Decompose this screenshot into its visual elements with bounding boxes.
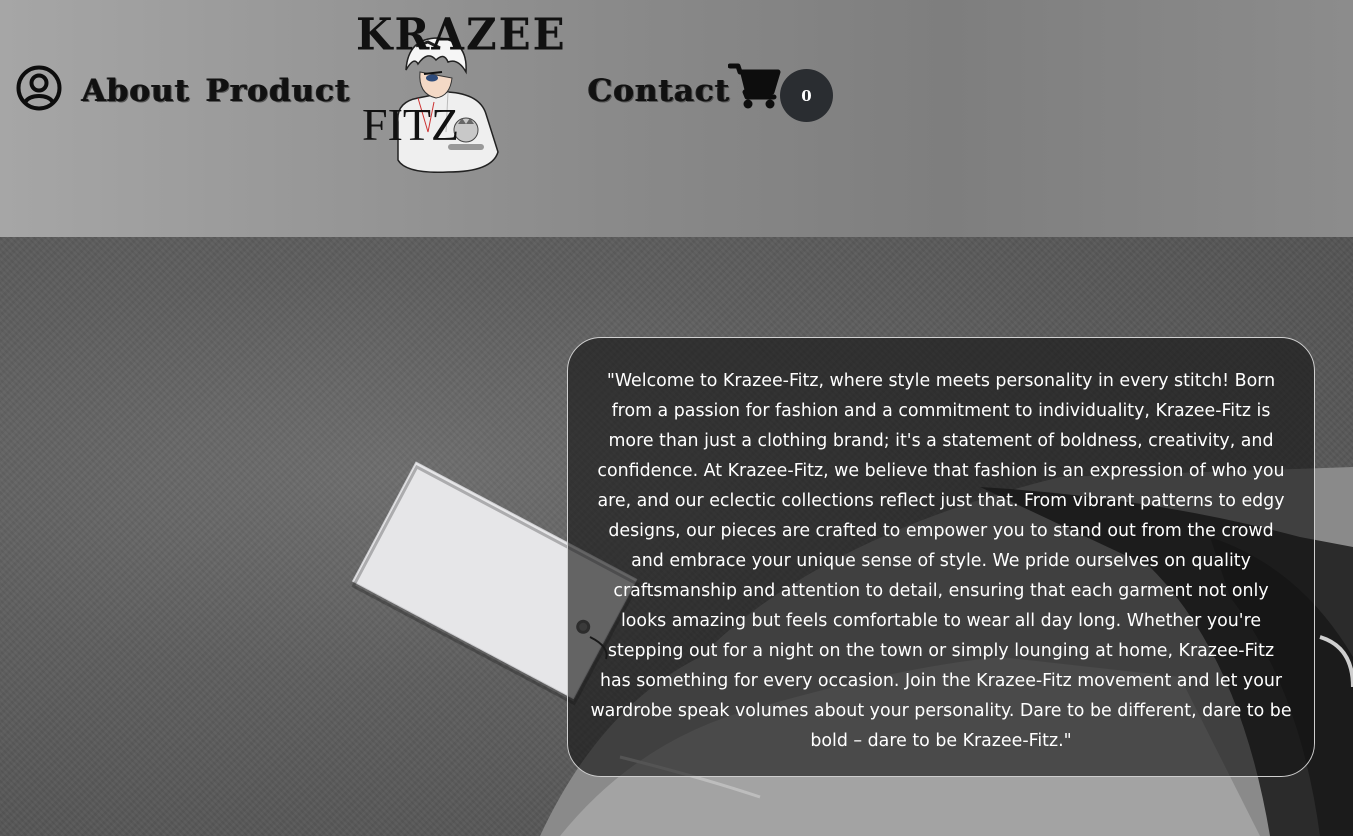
site-header: About Product KRAZEE FITZ Contact 0 — [0, 0, 1353, 237]
user-circle-icon[interactable] — [15, 64, 63, 112]
brand-logo[interactable]: KRAZEE FITZ — [352, 9, 565, 176]
cart-count-badge[interactable]: 0 — [780, 69, 833, 122]
nav-contact-link[interactable]: Contact — [588, 73, 731, 109]
logo-text-top: KRAZEE — [356, 8, 567, 61]
about-paragraph: "Welcome to Krazee-Fitz, where style mee… — [590, 371, 1292, 751]
nav-about-link[interactable]: About — [82, 73, 190, 109]
logo-text-bottom: FITZ — [362, 99, 460, 150]
about-text-card: "Welcome to Krazee-Fitz, where style mee… — [567, 337, 1315, 777]
shopping-cart-icon[interactable] — [728, 62, 782, 110]
nav-product-link[interactable]: Product — [206, 73, 351, 109]
hero-section: "Welcome to Krazee-Fitz, where style mee… — [0, 237, 1353, 836]
